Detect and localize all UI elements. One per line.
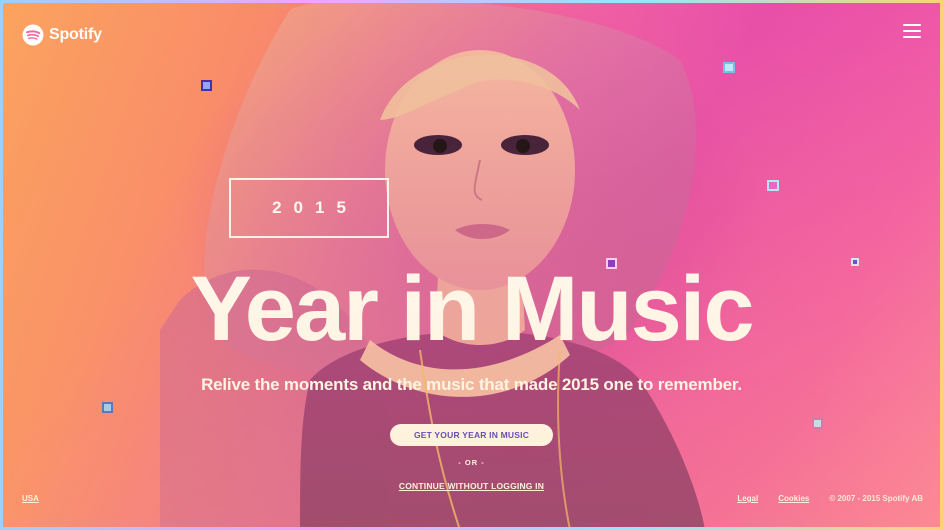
decor-square: [767, 180, 779, 191]
continue-link-wrapper: CONTINUE WITHOUT LOGGING IN: [0, 476, 943, 494]
year-badge: 2015: [229, 178, 389, 238]
hamburger-menu-icon[interactable]: [903, 24, 921, 38]
hero-background: Spotify 2015 Year in Music Relive the mo…: [0, 0, 943, 530]
get-year-in-music-button[interactable]: GET YOUR YEAR IN MUSIC: [390, 424, 553, 446]
decor-square: [812, 418, 823, 429]
decor-square: [102, 402, 113, 413]
decor-square: [201, 80, 212, 91]
menu-bar: [903, 30, 921, 32]
legal-link[interactable]: Legal: [737, 494, 758, 503]
year-label: 2015: [272, 198, 358, 217]
or-divider: - OR -: [458, 458, 485, 467]
menu-bar: [903, 36, 921, 38]
cookies-link[interactable]: Cookies: [778, 494, 809, 503]
continue-without-login-link[interactable]: CONTINUE WITHOUT LOGGING IN: [399, 481, 544, 491]
spotify-logo-icon: [22, 24, 44, 46]
region-selector-link[interactable]: USA: [22, 494, 39, 503]
page-title: Year in Music: [190, 258, 754, 360]
copyright-text: © 2007 - 2015 Spotify AB: [829, 494, 923, 503]
spotify-logo[interactable]: Spotify: [22, 24, 102, 46]
menu-bar: [903, 24, 921, 26]
footer-links: Legal Cookies © 2007 - 2015 Spotify AB: [737, 494, 923, 503]
decor-square: [723, 62, 735, 73]
brand-name: Spotify: [49, 26, 102, 43]
tagline: Relive the moments and the music that ma…: [201, 375, 742, 394]
